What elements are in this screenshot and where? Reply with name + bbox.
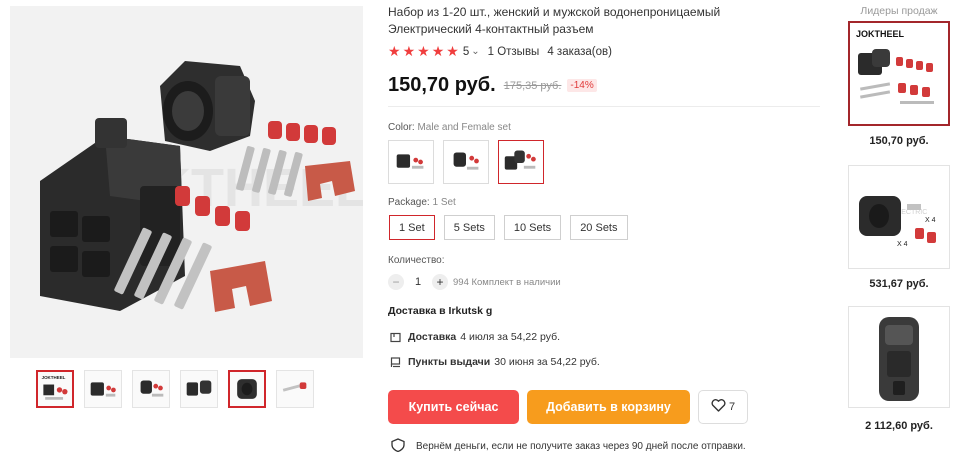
qty-label: X 4 xyxy=(925,217,936,224)
star-icon: ★ xyxy=(402,43,416,59)
wishlist-button[interactable]: 7 xyxy=(698,390,748,424)
color-selected-value: Male and Female set xyxy=(417,122,511,133)
thumbnail[interactable] xyxy=(180,370,218,408)
delivery-pickup-text: 30 июня за 54,22 руб. xyxy=(494,356,600,368)
package-option[interactable]: 5 Sets xyxy=(443,215,495,240)
chevron-down-icon[interactable]: ⌄ xyxy=(471,46,479,57)
reviews-link[interactable]: 1 Отзывы xyxy=(488,46,540,58)
bestseller-card[interactable]: ANZHE ELECTRIC X 4 X 4 xyxy=(848,165,950,269)
package-label-text: Package: xyxy=(388,197,430,208)
box-icon xyxy=(388,332,402,343)
package-label: Package: 1 Set xyxy=(388,197,456,208)
svg-text:JOKTHEEL: JOKTHEEL xyxy=(42,375,66,380)
guarantee-text: Вернём деньги, если не получите заказ че… xyxy=(416,441,746,452)
pickup-point-icon xyxy=(388,356,402,368)
qty-label: X 4 xyxy=(897,241,908,248)
buy-now-button[interactable]: Купить сейчас xyxy=(388,390,519,424)
product-title: Набор из 1-20 шт., женский и мужской вод… xyxy=(388,5,721,36)
thumbnail[interactable] xyxy=(228,370,266,408)
quantity-value[interactable]: 1 xyxy=(404,276,432,288)
bestseller-price[interactable]: 150,70 руб. xyxy=(848,135,950,147)
star-icon: ★ xyxy=(417,43,430,59)
brand-label: JOKTHEEL xyxy=(856,29,905,39)
wishlist-count: 7 xyxy=(728,401,736,413)
sidebar-title: Лидеры продаж xyxy=(860,5,938,17)
package-selected-value: 1 Set xyxy=(432,197,456,208)
thumbnail-strip: JOKTHEEL xyxy=(36,370,314,408)
connector-photo: JOKTHEEL xyxy=(10,6,363,358)
color-label: Color: Male and Female set xyxy=(388,122,511,133)
main-product-image[interactable]: JOKTHEEL xyxy=(10,6,363,358)
color-option-female[interactable] xyxy=(388,140,434,184)
delivery-courier-row: Доставка 4 июля за 54,22 руб. xyxy=(388,331,560,343)
thumbnail[interactable] xyxy=(84,370,122,408)
star-icon: ★ xyxy=(388,43,401,59)
heart-icon xyxy=(711,399,726,415)
package-option[interactable]: 10 Sets xyxy=(503,215,562,240)
thumbnail[interactable] xyxy=(132,370,170,408)
price-row: 150,70 руб. 175,35 руб. -14% xyxy=(388,74,597,97)
star-icon: ★ xyxy=(431,43,445,59)
shield-icon xyxy=(390,438,406,455)
package-options: 1 Set 5 Sets 10 Sets 20 Sets xyxy=(389,215,628,240)
bestseller-card[interactable]: JOKTHEEL xyxy=(848,21,950,126)
thumbnail[interactable]: JOKTHEEL xyxy=(36,370,74,408)
stock-count: 994 Комплект в наличии xyxy=(453,276,561,288)
delivery-pickup-row: Пункты выдачи 30 июня за 54,22 руб. xyxy=(388,356,600,368)
guarantee-row: Вернём деньги, если не получите заказ че… xyxy=(390,438,746,455)
old-price: 175,35 руб. xyxy=(503,79,562,92)
quantity-stepper: − 1 + 994 Комплект в наличии xyxy=(388,274,561,290)
delivery-pickup-label: Пункты выдачи xyxy=(408,356,491,368)
color-option-male-and-female-set[interactable] xyxy=(498,140,544,184)
quantity-label: Количество: xyxy=(388,255,445,266)
color-options xyxy=(388,140,544,184)
package-option[interactable]: 1 Set xyxy=(389,215,435,240)
bestseller-card[interactable] xyxy=(848,306,950,408)
rating-stars: ★ ★ ★ ★ ★ xyxy=(388,43,459,60)
discount-badge: -14% xyxy=(567,79,597,92)
increment-button[interactable]: + xyxy=(432,274,448,290)
package-option[interactable]: 20 Sets xyxy=(570,215,628,240)
delivery-heading[interactable]: Доставка в Irkutsk g xyxy=(388,305,492,317)
delivery-courier-text: 4 июля за 54,22 руб. xyxy=(460,331,561,343)
rating-value[interactable]: 5 xyxy=(463,46,469,58)
delivery-courier-label: Доставка xyxy=(408,331,457,343)
rating-row: ★ ★ ★ ★ ★ 5 ⌄ 1 Отзывы 4 заказа(ов) xyxy=(388,43,612,60)
star-icon: ★ xyxy=(446,43,459,59)
bestseller-price[interactable]: 2 112,60 руб. xyxy=(848,420,950,432)
add-to-cart-button[interactable]: Добавить в корзину xyxy=(527,390,690,424)
thumbnail[interactable] xyxy=(276,370,314,408)
bestseller-image: ANZHE ELECTRIC X 4 X 4 xyxy=(849,166,949,268)
bestseller-price[interactable]: 531,67 руб. xyxy=(848,278,950,290)
decrement-button[interactable]: − xyxy=(388,274,404,290)
divider xyxy=(388,106,820,107)
color-option-male[interactable] xyxy=(443,140,489,184)
bestseller-image: JOKTHEEL xyxy=(850,23,948,124)
color-label-text: Color: xyxy=(388,122,415,133)
bestseller-image xyxy=(849,307,949,407)
orders-count: 4 заказа(ов) xyxy=(547,45,612,58)
current-price: 150,70 руб. xyxy=(388,74,496,96)
